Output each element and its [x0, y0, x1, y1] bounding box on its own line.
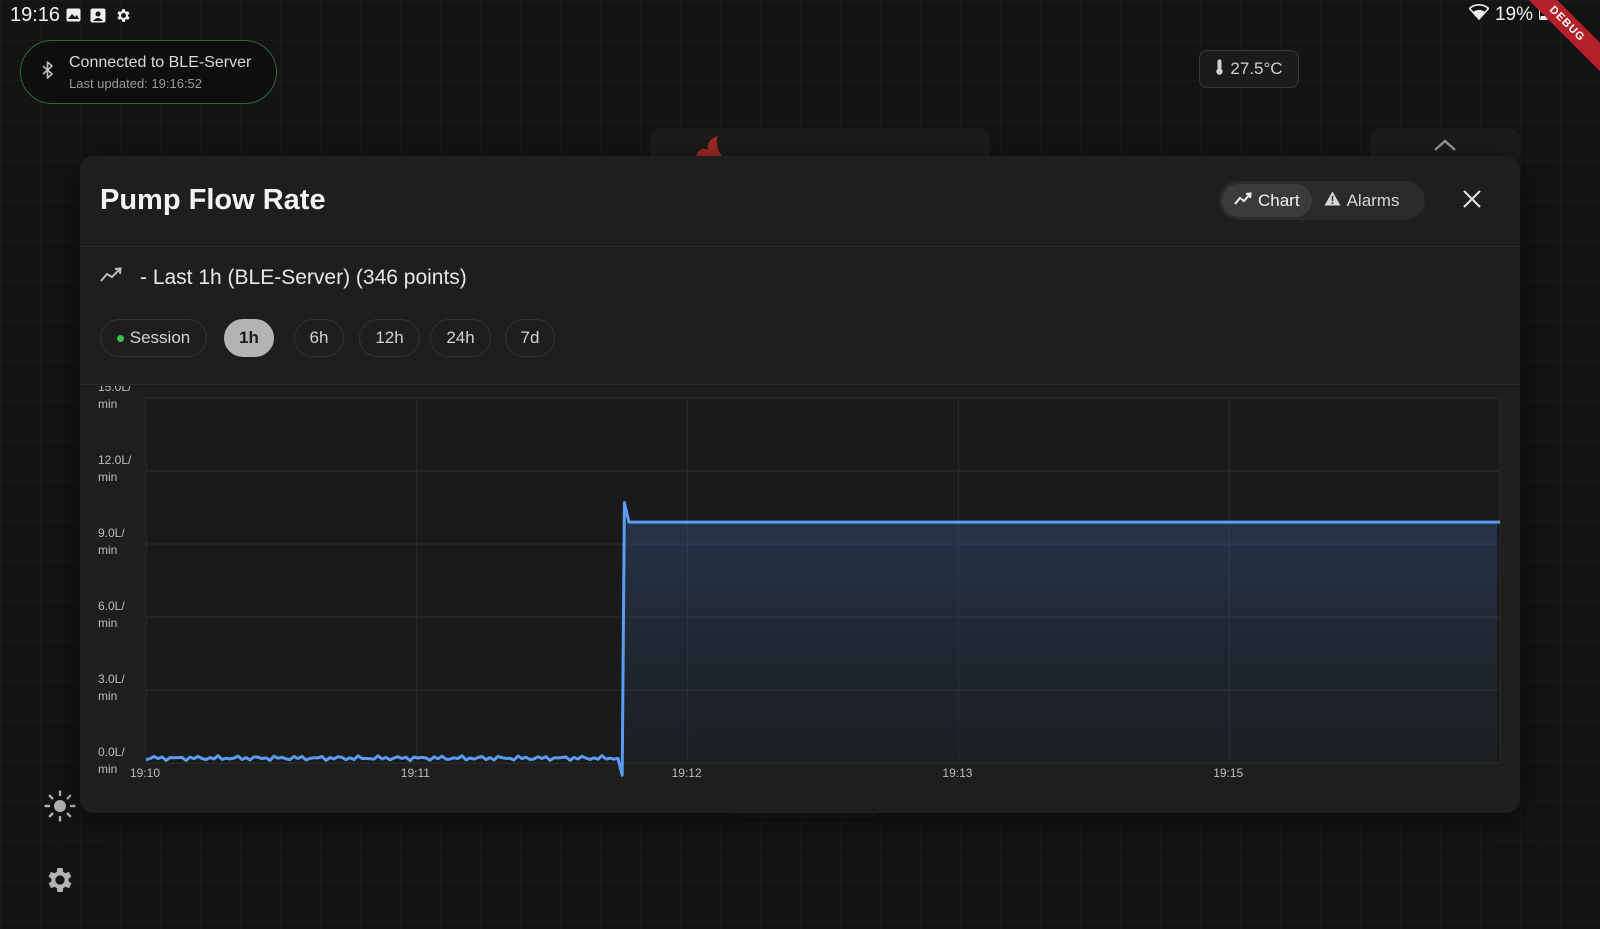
x-tick-label: 19:15 — [1213, 766, 1243, 780]
trend-icon — [1234, 191, 1252, 211]
x-tick-label: 19:10 — [130, 766, 160, 780]
bluetooth-icon — [41, 60, 55, 84]
trend-icon — [100, 267, 122, 288]
status-time: 19:16 — [10, 4, 61, 26]
settings-icon — [114, 6, 132, 24]
connection-last-updated: Last updated: 19:16:52 — [69, 75, 203, 91]
warning-icon — [1324, 191, 1341, 211]
connection-status[interactable]: Connected to BLE-Server Last updated: 19… — [20, 40, 277, 104]
flow-rate-dialog: Pump Flow Rate Chart Alarms - Last 1h (B… — [80, 156, 1520, 813]
tab-chart-label: Chart — [1258, 190, 1300, 210]
gear-icon[interactable] — [44, 864, 76, 901]
range-chip-7d[interactable]: 7d — [505, 319, 555, 357]
y-tick-label: 9.0L/min — [98, 526, 125, 557]
temperature-chip[interactable]: 27.5°C — [1199, 50, 1299, 88]
range-chip-24h[interactable]: 24h — [430, 319, 491, 357]
image-icon — [64, 6, 82, 24]
wifi-icon — [1468, 4, 1490, 26]
range-chip-1h[interactable]: 1h — [224, 319, 274, 357]
close-button[interactable] — [1456, 185, 1488, 217]
range-chip-12h[interactable]: 12h — [359, 319, 420, 357]
tab-chart[interactable]: Chart — [1222, 184, 1312, 217]
close-icon — [1463, 189, 1481, 213]
x-tick-label: 19:12 — [672, 766, 702, 780]
chart-subtitle: - Last 1h (BLE-Server) (346 points) — [140, 266, 467, 289]
session-live-dot — [116, 334, 124, 342]
tab-alarms-label: Alarms — [1346, 190, 1400, 210]
battery-percent: 19% — [1494, 4, 1533, 25]
y-tick-label: 3.0L/min — [98, 672, 125, 703]
range-chip-label: 7d — [520, 328, 540, 347]
range-chip-label: 6h — [309, 328, 329, 347]
status-notification-icons — [64, 6, 132, 24]
flow-rate-chart: 0.0L/min 3.0L/min 6.0L/min 9.0L/min 12.0L/mi… — [98, 386, 1501, 780]
y-tick-label: 12.0L/min — [98, 453, 132, 484]
range-chip-label: Session — [129, 328, 191, 347]
range-chip-label: 12h — [375, 328, 404, 347]
thermometer-icon — [1215, 59, 1224, 80]
brightness-icon[interactable] — [44, 790, 76, 827]
x-tick-label: 19:11 — [401, 766, 430, 780]
y-tick-label: 15.0L/min — [98, 386, 132, 411]
divider — [80, 246, 1520, 247]
dialog-title: Pump Flow Rate — [100, 184, 326, 216]
temperature-value: 27.5°C — [1230, 59, 1283, 78]
range-chip-label: 24h — [446, 328, 475, 347]
range-chip-label: 1h — [239, 328, 259, 347]
divider — [80, 384, 1520, 385]
x-tick-label: 19:13 — [942, 766, 972, 780]
y-tick-label: 0.0L/min — [98, 745, 125, 776]
range-chip-6h[interactable]: 6h — [294, 319, 344, 357]
connection-text: Connected to BLE-Server Last updated: 19… — [69, 54, 251, 91]
view-toggle: Chart Alarms — [1219, 181, 1425, 220]
series-area — [624, 522, 1497, 763]
range-chip-session[interactable]: Session — [100, 319, 207, 357]
tab-alarms[interactable]: Alarms — [1312, 184, 1412, 217]
chevron-up-icon[interactable] — [1433, 138, 1457, 157]
y-tick-label: 6.0L/min — [98, 599, 125, 630]
connection-title: Connected to BLE-Server — [69, 53, 252, 71]
photo-icon — [89, 6, 107, 24]
